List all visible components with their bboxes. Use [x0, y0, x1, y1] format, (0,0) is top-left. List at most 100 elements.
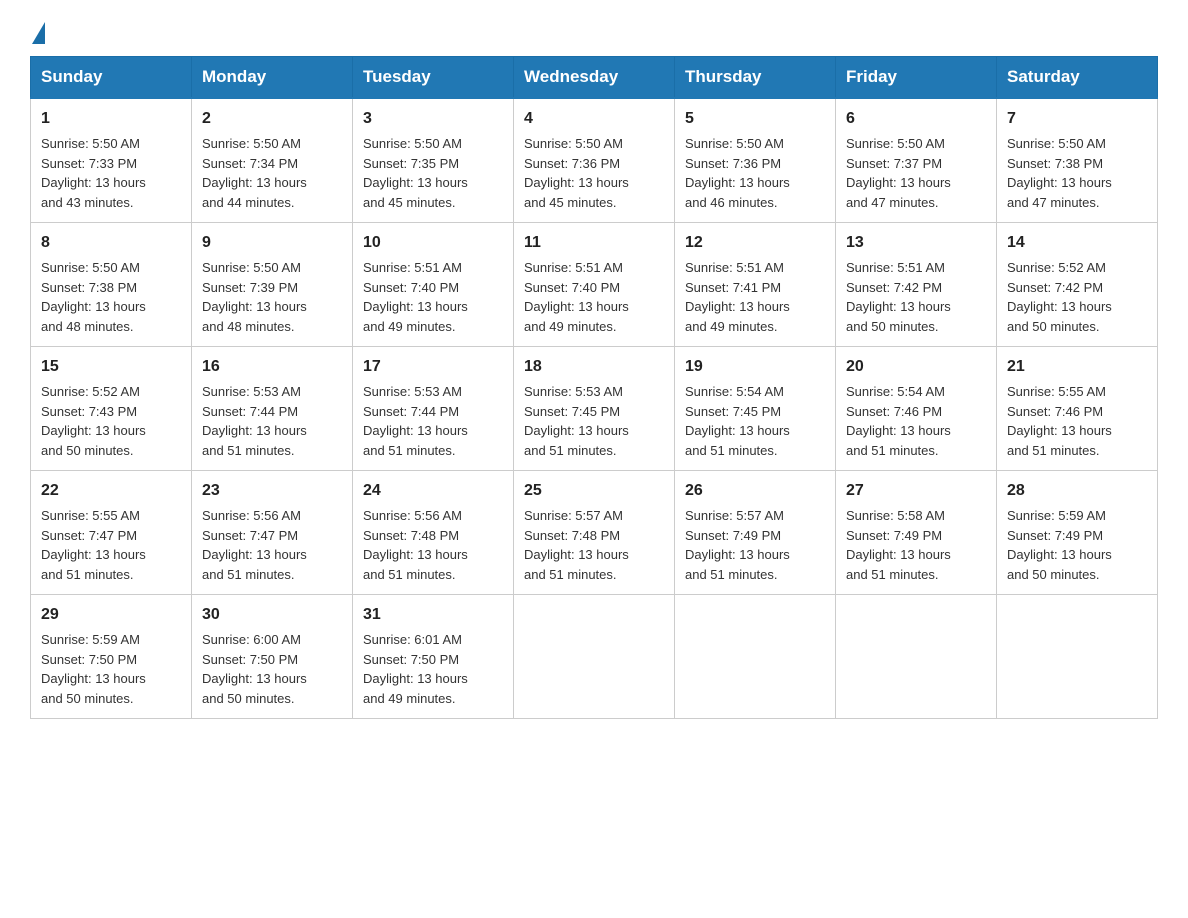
day-number: 18	[524, 355, 664, 379]
calendar-cell: 31 Sunrise: 6:01 AMSunset: 7:50 PMDayligh…	[353, 595, 514, 719]
day-number: 7	[1007, 107, 1147, 131]
header	[30, 20, 1158, 38]
day-info: Sunrise: 5:52 AMSunset: 7:43 PMDaylight:…	[41, 382, 181, 460]
calendar-cell: 24Sunrise: 5:56 AMSunset: 7:48 PMDayligh…	[353, 471, 514, 595]
calendar-cell: 10Sunrise: 5:51 AMSunset: 7:40 PMDayligh…	[353, 223, 514, 347]
day-number: 17	[363, 355, 503, 379]
day-number: 25	[524, 479, 664, 503]
day-number: 19	[685, 355, 825, 379]
day-number: 12	[685, 231, 825, 255]
day-info: Sunrise: 6:00 AMSunset: 7:50 PMDaylight:…	[202, 630, 342, 708]
day-info: Sunrise: 5:57 AMSunset: 7:48 PMDaylight:…	[524, 506, 664, 584]
header-thursday: Thursday	[675, 57, 836, 99]
day-info: Sunrise: 5:50 AMSunset: 7:33 PMDaylight:…	[41, 134, 181, 212]
calendar-cell: 22 Sunrise: 5:55 AMSunset: 7:47 PMDayligh…	[31, 471, 192, 595]
calendar-header-row: SundayMondayTuesdayWednesdayThursdayFrid…	[31, 57, 1158, 99]
calendar-cell	[836, 595, 997, 719]
day-info: Sunrise: 5:57 AMSunset: 7:49 PMDaylight:…	[685, 506, 825, 584]
day-number: 4	[524, 107, 664, 131]
day-number: 2	[202, 107, 342, 131]
header-saturday: Saturday	[997, 57, 1158, 99]
day-info: Sunrise: 5:53 AMSunset: 7:44 PMDaylight:…	[363, 382, 503, 460]
calendar-cell: 7 Sunrise: 5:50 AMSunset: 7:38 PMDaylight…	[997, 98, 1158, 223]
day-number: 27	[846, 479, 986, 503]
calendar-cell: 4 Sunrise: 5:50 AMSunset: 7:36 PMDaylight…	[514, 98, 675, 223]
logo-text	[30, 20, 47, 42]
calendar-cell: 23 Sunrise: 5:56 AMSunset: 7:47 PMDayligh…	[192, 471, 353, 595]
day-number: 29	[41, 603, 181, 627]
day-number: 31	[363, 603, 503, 627]
calendar-cell: 20 Sunrise: 5:54 AMSunset: 7:46 PMDayligh…	[836, 347, 997, 471]
day-number: 6	[846, 107, 986, 131]
calendar-cell: 11 Sunrise: 5:51 AMSunset: 7:40 PMDayligh…	[514, 223, 675, 347]
day-number: 16	[202, 355, 342, 379]
calendar-cell: 18 Sunrise: 5:53 AMSunset: 7:45 PMDayligh…	[514, 347, 675, 471]
calendar-week-row: 1 Sunrise: 5:50 AMSunset: 7:33 PMDaylight…	[31, 98, 1158, 223]
day-info: Sunrise: 5:54 AMSunset: 7:46 PMDaylight:…	[846, 382, 986, 460]
calendar-cell	[997, 595, 1158, 719]
day-number: 9	[202, 231, 342, 255]
calendar-cell: 15 Sunrise: 5:52 AMSunset: 7:43 PMDayligh…	[31, 347, 192, 471]
calendar-week-row: 29 Sunrise: 5:59 AMSunset: 7:50 PMDayligh…	[31, 595, 1158, 719]
calendar-week-row: 22 Sunrise: 5:55 AMSunset: 7:47 PMDayligh…	[31, 471, 1158, 595]
calendar-cell: 19 Sunrise: 5:54 AMSunset: 7:45 PMDayligh…	[675, 347, 836, 471]
day-info: Sunrise: 5:54 AMSunset: 7:45 PMDaylight:…	[685, 382, 825, 460]
day-info: Sunrise: 5:53 AMSunset: 7:44 PMDaylight:…	[202, 382, 342, 460]
day-number: 10	[363, 231, 503, 255]
day-info: Sunrise: 5:51 AMSunset: 7:40 PMDaylight:…	[524, 258, 664, 336]
day-number: 14	[1007, 231, 1147, 255]
calendar-cell: 14 Sunrise: 5:52 AMSunset: 7:42 PMDayligh…	[997, 223, 1158, 347]
calendar-cell: 27 Sunrise: 5:58 AMSunset: 7:49 PMDayligh…	[836, 471, 997, 595]
calendar-cell	[675, 595, 836, 719]
day-info: Sunrise: 5:55 AMSunset: 7:47 PMDaylight:…	[41, 506, 181, 584]
day-number: 13	[846, 231, 986, 255]
day-number: 5	[685, 107, 825, 131]
day-info: Sunrise: 5:56 AMSunset: 7:47 PMDaylight:…	[202, 506, 342, 584]
day-info: Sunrise: 5:51 AMSunset: 7:42 PMDaylight:…	[846, 258, 986, 336]
day-info: Sunrise: 5:53 AMSunset: 7:45 PMDaylight:…	[524, 382, 664, 460]
calendar-cell: 29 Sunrise: 5:59 AMSunset: 7:50 PMDayligh…	[31, 595, 192, 719]
day-number: 15	[41, 355, 181, 379]
logo-arrow-icon	[32, 22, 45, 44]
calendar-cell: 8Sunrise: 5:50 AMSunset: 7:38 PMDaylight…	[31, 223, 192, 347]
day-info: Sunrise: 5:50 AMSunset: 7:34 PMDaylight:…	[202, 134, 342, 212]
calendar-week-row: 15 Sunrise: 5:52 AMSunset: 7:43 PMDayligh…	[31, 347, 1158, 471]
day-info: Sunrise: 5:50 AMSunset: 7:38 PMDaylight:…	[1007, 134, 1147, 212]
calendar-cell: 3Sunrise: 5:50 AMSunset: 7:35 PMDaylight…	[353, 98, 514, 223]
header-sunday: Sunday	[31, 57, 192, 99]
day-number: 22	[41, 479, 181, 503]
day-info: Sunrise: 5:50 AMSunset: 7:37 PMDaylight:…	[846, 134, 986, 212]
day-info: Sunrise: 5:50 AMSunset: 7:35 PMDaylight:…	[363, 134, 503, 212]
calendar-cell: 1 Sunrise: 5:50 AMSunset: 7:33 PMDaylight…	[31, 98, 192, 223]
day-number: 1	[41, 107, 181, 131]
calendar-cell: 2 Sunrise: 5:50 AMSunset: 7:34 PMDaylight…	[192, 98, 353, 223]
day-info: Sunrise: 5:58 AMSunset: 7:49 PMDaylight:…	[846, 506, 986, 584]
day-info: Sunrise: 5:59 AMSunset: 7:50 PMDaylight:…	[41, 630, 181, 708]
day-number: 20	[846, 355, 986, 379]
header-monday: Monday	[192, 57, 353, 99]
calendar-cell: 13 Sunrise: 5:51 AMSunset: 7:42 PMDayligh…	[836, 223, 997, 347]
calendar-cell: 16 Sunrise: 5:53 AMSunset: 7:44 PMDayligh…	[192, 347, 353, 471]
day-info: Sunrise: 5:51 AMSunset: 7:41 PMDaylight:…	[685, 258, 825, 336]
calendar-cell: 12 Sunrise: 5:51 AMSunset: 7:41 PMDayligh…	[675, 223, 836, 347]
calendar-cell: 6 Sunrise: 5:50 AMSunset: 7:37 PMDaylight…	[836, 98, 997, 223]
day-info: Sunrise: 5:50 AMSunset: 7:36 PMDaylight:…	[524, 134, 664, 212]
day-info: Sunrise: 5:52 AMSunset: 7:42 PMDaylight:…	[1007, 258, 1147, 336]
calendar-cell: 30 Sunrise: 6:00 AMSunset: 7:50 PMDayligh…	[192, 595, 353, 719]
day-number: 30	[202, 603, 342, 627]
day-info: Sunrise: 5:55 AMSunset: 7:46 PMDaylight:…	[1007, 382, 1147, 460]
day-number: 26	[685, 479, 825, 503]
day-number: 24	[363, 479, 503, 503]
day-info: Sunrise: 5:50 AMSunset: 7:39 PMDaylight:…	[202, 258, 342, 336]
day-number: 11	[524, 231, 664, 255]
header-wednesday: Wednesday	[514, 57, 675, 99]
day-number: 21	[1007, 355, 1147, 379]
calendar-cell: 17 Sunrise: 5:53 AMSunset: 7:44 PMDayligh…	[353, 347, 514, 471]
day-number: 8	[41, 231, 181, 255]
day-info: Sunrise: 5:59 AMSunset: 7:49 PMDaylight:…	[1007, 506, 1147, 584]
calendar-cell	[514, 595, 675, 719]
calendar-cell: 21 Sunrise: 5:55 AMSunset: 7:46 PMDayligh…	[997, 347, 1158, 471]
day-info: Sunrise: 6:01 AMSunset: 7:50 PMDaylight:…	[363, 630, 503, 708]
day-number: 28	[1007, 479, 1147, 503]
day-number: 23	[202, 479, 342, 503]
